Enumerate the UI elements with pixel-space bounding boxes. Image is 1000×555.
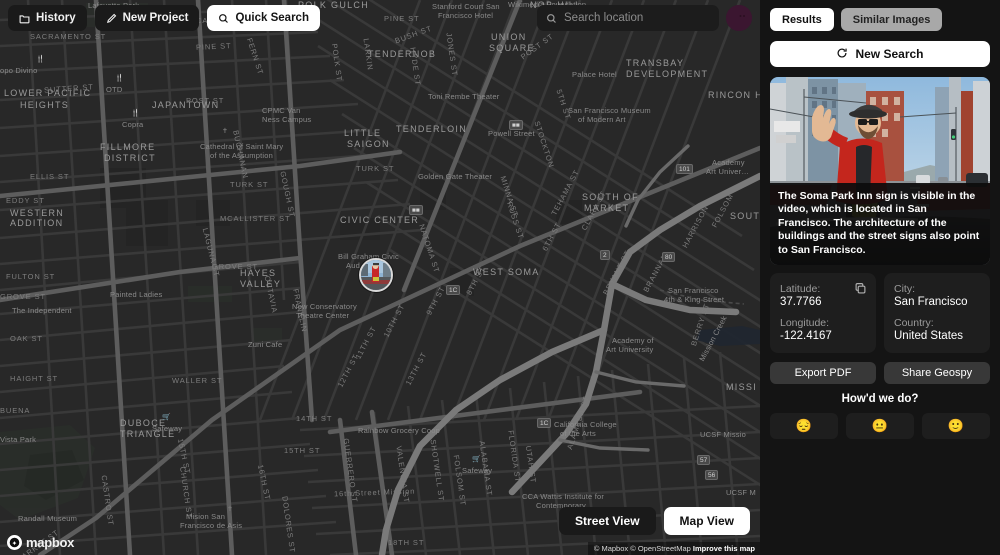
map-attribution[interactable]: © Mapbox © OpenStreetMap Improve this ma… — [588, 542, 760, 555]
improve-map-link[interactable]: Improve this map — [693, 544, 755, 553]
pencil-icon — [106, 13, 117, 24]
result-caption: The Soma Park Inn sign is visible in the… — [770, 183, 990, 266]
street-view-button[interactable]: Street View — [559, 507, 655, 535]
city-value: San Francisco — [894, 296, 980, 308]
tab-similar-images[interactable]: Similar Images — [841, 8, 943, 31]
mapbox-wordmark: mapbox — [26, 535, 74, 550]
highway-shield: 80 — [662, 252, 675, 262]
map-top-toolbar: History New Project Quick Search — [0, 0, 760, 36]
highway-shield: 2 — [600, 250, 610, 260]
coordinates-card: Latitude: 37.7766 Longitude: -122.4167 — [770, 273, 876, 353]
new-search-label: New Search — [855, 47, 923, 61]
rating-sad[interactable]: 😔 — [770, 413, 838, 439]
panel-actions: Export PDF Share Geospy — [770, 362, 990, 384]
new-project-button[interactable]: New Project — [95, 5, 200, 31]
restaurant-icon: 🍴 — [115, 75, 124, 82]
folder-icon — [19, 13, 30, 24]
search-location-box[interactable] — [537, 5, 719, 31]
place-card: City: San Francisco Country: United Stat… — [884, 273, 990, 353]
search-icon — [218, 13, 229, 24]
refresh-icon — [836, 47, 848, 62]
search-icon — [546, 13, 557, 24]
attribution-text: © Mapbox © OpenStreetMap — [594, 544, 693, 553]
highway-shield: 1C — [537, 418, 551, 428]
tab-results[interactable]: Results — [770, 8, 834, 31]
shop-icon: 🛒 — [472, 456, 481, 463]
longitude-value: -122.4167 — [780, 330, 866, 342]
geospy-app: WESTERN ADDITION LOWER PACIFIC HEIGHTS F… — [0, 0, 1000, 555]
results-panel: Results Similar Images New Search — [760, 0, 1000, 555]
geo-info: Latitude: 37.7766 Longitude: -122.4167 C… — [770, 273, 990, 353]
highway-shield: 1C — [446, 285, 460, 295]
quick-search-button[interactable]: Quick Search — [207, 5, 320, 31]
country-value: United States — [894, 330, 980, 342]
copy-icon[interactable] — [854, 282, 867, 295]
church-icon: ✝ — [227, 506, 233, 513]
marker-thumbnail — [361, 260, 391, 290]
rating-happy[interactable]: 🙂 — [922, 413, 990, 439]
latitude-value: 37.7766 — [780, 296, 866, 308]
search-input[interactable] — [564, 12, 718, 24]
rating-neutral[interactable]: 😐 — [846, 413, 914, 439]
restaurant-icon: 🍴 — [36, 56, 45, 63]
mapbox-logo[interactable]: mapbox — [7, 535, 74, 550]
new-project-label: New Project — [123, 12, 189, 24]
transit-shield: ■■ — [409, 205, 423, 215]
city-label: City: — [894, 283, 980, 295]
restaurant-icon: 🍴 — [131, 110, 140, 117]
feedback-ratings: 😔 😐 🙂 — [770, 413, 990, 439]
highway-shield: 57 — [697, 455, 710, 465]
country-label: Country: — [894, 317, 980, 329]
map-view-toggle: Street View Map View — [559, 507, 750, 535]
transit-shield: ■■ — [509, 120, 523, 130]
shop-icon: 🛒 — [162, 414, 171, 421]
map-container[interactable]: WESTERN ADDITION LOWER PACIFIC HEIGHTS F… — [0, 0, 760, 555]
result-video-frame[interactable]: The Soma Park Inn sign is visible in the… — [770, 77, 990, 265]
avatar-image — [726, 5, 752, 31]
panel-tabs: Results Similar Images — [770, 8, 990, 31]
highway-shield: 101 — [676, 164, 693, 174]
church-icon: ✝ — [222, 128, 228, 135]
new-search-button[interactable]: New Search — [770, 41, 990, 67]
search-area — [537, 5, 752, 31]
feedback-title: How'd we do? — [770, 393, 990, 405]
highway-shield: 56 — [705, 470, 718, 480]
quick-search-label: Quick Search — [235, 12, 309, 24]
user-avatar[interactable] — [726, 5, 752, 31]
longitude-label: Longitude: — [780, 317, 866, 329]
export-pdf-button[interactable]: Export PDF — [770, 362, 876, 384]
mapbox-mark-icon — [7, 535, 22, 550]
map-view-button[interactable]: Map View — [664, 507, 750, 535]
share-geospy-button[interactable]: Share Geospy — [884, 362, 990, 384]
history-button[interactable]: History — [8, 5, 87, 31]
location-marker[interactable] — [359, 258, 393, 292]
history-label: History — [36, 12, 76, 24]
